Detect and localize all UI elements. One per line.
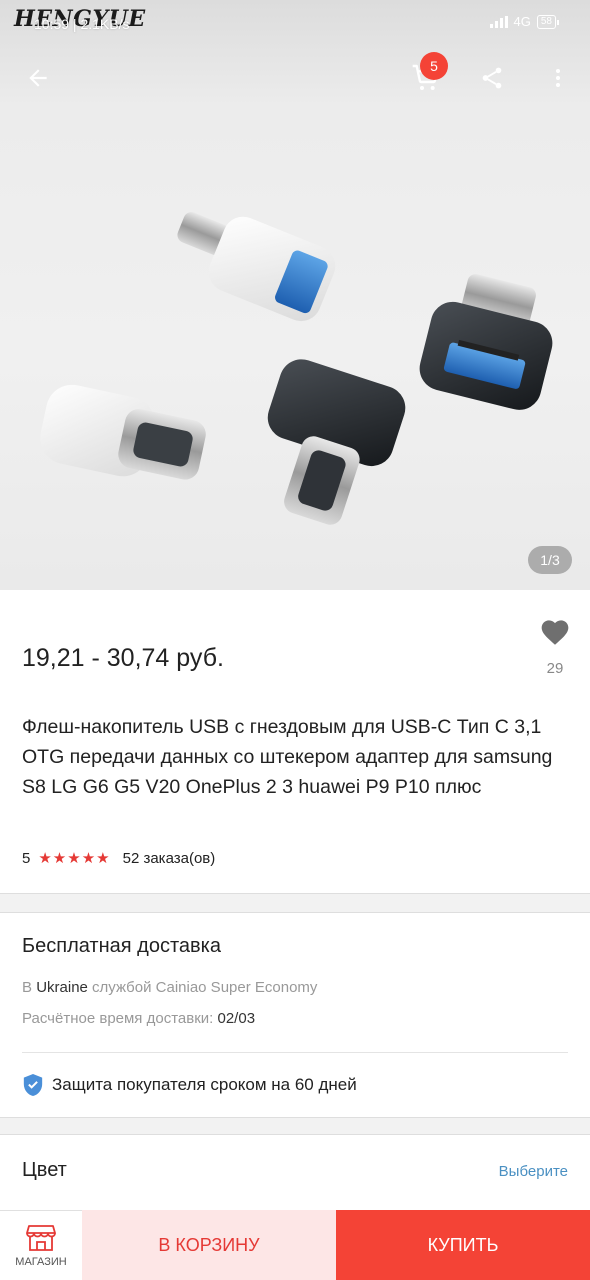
shipping-card[interactable]: Бесплатная доставка В Ukraine службой Ca…	[0, 912, 590, 1118]
shipping-method: В Ukraine службой Cainiao Super Economy	[22, 979, 317, 996]
rating-row[interactable]: 5 ★ ★ ★ ★ ★ 52 заказа(ов)	[22, 850, 215, 867]
buyer-protection[interactable]: Защита покупателя сроком на 60 дней	[22, 1073, 357, 1097]
shipping-title: Бесплатная доставка	[22, 935, 221, 957]
color-select-link[interactable]: Выберите	[499, 1163, 568, 1180]
rating-stars: ★ ★ ★ ★ ★	[38, 851, 110, 866]
rating-value: 5	[22, 850, 31, 867]
delivery-estimate-label: Расчётное время доставки:	[22, 1010, 214, 1027]
star-icon: ★	[96, 850, 110, 867]
color-label: Цвет	[22, 1159, 67, 1181]
store-button[interactable]: МАГАЗИН	[0, 1210, 82, 1280]
star-icon: ★	[81, 850, 96, 867]
favorite-button[interactable]: 29	[536, 616, 574, 677]
shipping-service: службой Cainiao Super Economy	[92, 979, 318, 996]
heart-icon	[541, 620, 569, 645]
buyer-protection-label: Защита покупателя сроком на 60 дней	[52, 1075, 357, 1094]
store-icon	[26, 1224, 56, 1251]
delivery-estimate: Расчётное время доставки: 02/03	[22, 1010, 255, 1027]
product-image-gallery[interactable]: HENGYUE 10:59 | 2.1KB/s 4G 58 5 1/3	[0, 0, 590, 590]
star-icon: ★	[38, 850, 52, 867]
product-title: Флеш-накопитель USB с гнездовым для USB-…	[22, 716, 553, 798]
share-button[interactable]	[474, 60, 510, 96]
add-to-cart-button[interactable]: В КОРЗИНУ	[82, 1210, 336, 1280]
star-icon: ★	[67, 850, 81, 867]
product-info-card: 19,21 - 30,74 руб. 29 Флеш-накопитель US…	[0, 590, 590, 894]
cart-count-badge: 5	[420, 52, 448, 80]
more-vert-icon	[556, 69, 560, 87]
back-arrow-icon	[29, 69, 47, 87]
battery-icon: 58	[536, 14, 560, 29]
status-indicators: 4G 58	[489, 14, 560, 29]
buy-now-button[interactable]: КУПИТЬ	[336, 1210, 590, 1280]
status-time: 10:59 | 2.1KB/s	[34, 16, 130, 32]
star-icon: ★	[52, 850, 67, 867]
delivery-date: 02/03	[217, 1010, 256, 1027]
bottom-action-bar: МАГАЗИН В КОРЗИНУ КУПИТЬ	[0, 1210, 590, 1280]
orders-count: 52 заказа(ов)	[122, 850, 216, 867]
shield-icon	[23, 1074, 43, 1096]
price-range: 19,21 - 30,74 руб.	[22, 644, 224, 672]
network-type: 4G	[513, 14, 531, 29]
color-selector-card[interactable]: Цвет Выберите	[0, 1134, 590, 1210]
shipping-method-prefix: В	[22, 979, 33, 996]
share-icon	[482, 67, 502, 89]
product-page: HENGYUE 10:59 | 2.1KB/s 4G 58 5 1/3 19,2…	[0, 0, 590, 1280]
more-options-button[interactable]	[540, 60, 576, 96]
back-button[interactable]	[20, 60, 56, 96]
store-label: МАГАЗИН	[15, 1255, 67, 1268]
shipping-country: Ukraine	[36, 979, 88, 996]
signal-icon	[489, 15, 508, 28]
image-pager: 1/3	[528, 546, 572, 574]
favorites-count: 29	[546, 660, 564, 677]
divider	[22, 1052, 568, 1053]
